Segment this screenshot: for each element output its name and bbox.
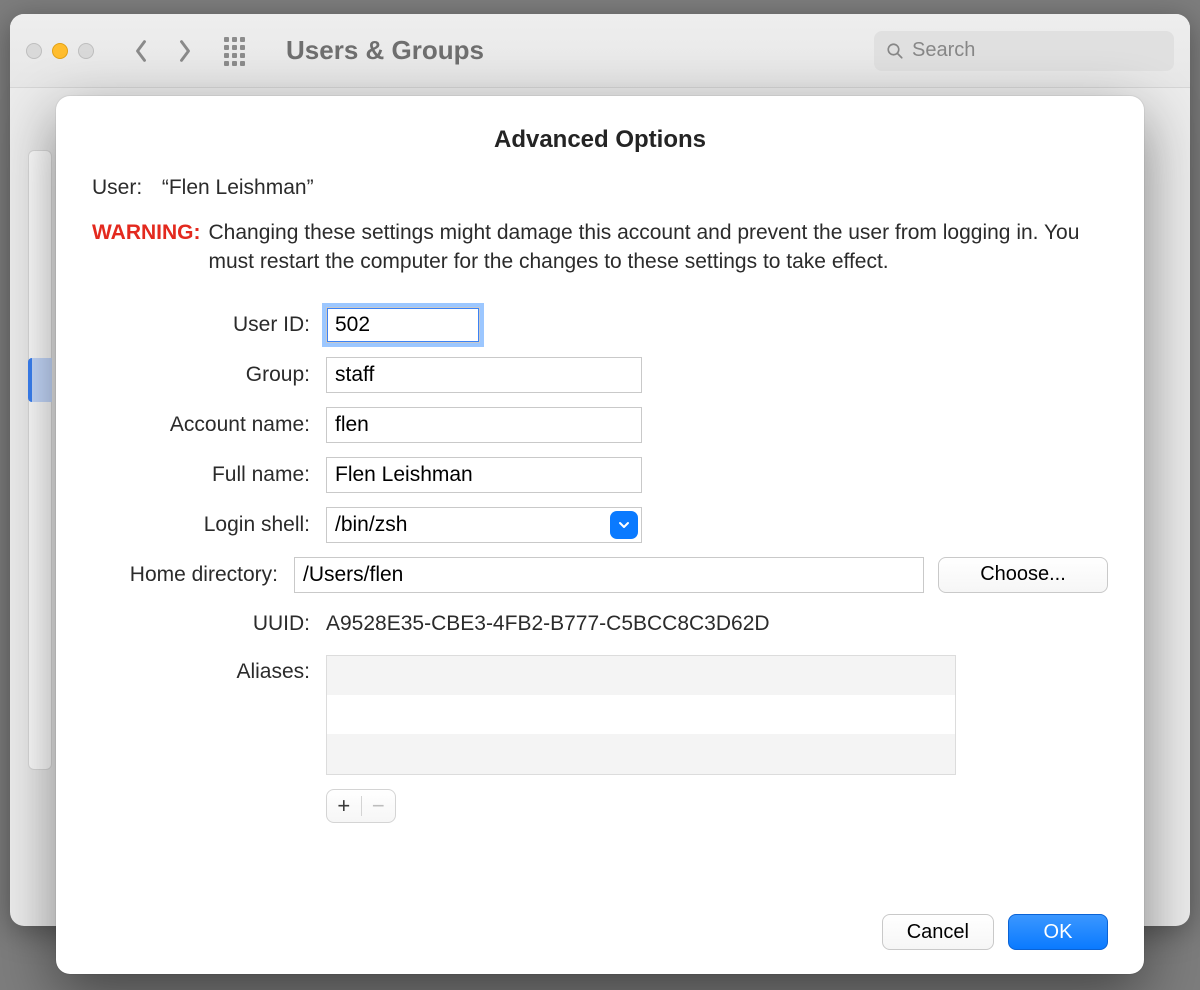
group-label: Group: <box>96 358 326 392</box>
forward-button[interactable] <box>170 31 200 71</box>
sidebar-selection <box>28 358 52 402</box>
add-alias-button[interactable]: + <box>327 790 361 822</box>
aliases-label: Aliases: <box>96 655 326 689</box>
login-shell-label: Login shell: <box>96 508 326 542</box>
user-line: User: “Flen Leishman” <box>92 176 1108 200</box>
full-name-label: Full name: <box>96 458 326 492</box>
list-item[interactable] <box>327 734 955 773</box>
user-id-label: User ID: <box>96 308 326 342</box>
login-shell-input[interactable] <box>326 507 642 543</box>
search-field[interactable]: Search <box>874 31 1174 71</box>
window-controls <box>26 43 94 59</box>
user-label: User: <box>92 176 156 200</box>
account-name-label: Account name: <box>96 408 326 442</box>
cancel-button[interactable]: Cancel <box>882 914 994 950</box>
advanced-options-sheet: Advanced Options User: “Flen Leishman” W… <box>56 96 1144 974</box>
minus-icon: − <box>372 793 385 819</box>
search-icon <box>886 42 904 60</box>
back-button[interactable] <box>126 31 156 71</box>
warning-label: WARNING: <box>92 218 201 277</box>
zoom-icon[interactable] <box>78 43 94 59</box>
minimize-icon[interactable] <box>52 43 68 59</box>
sheet-footer: Cancel OK <box>92 894 1108 950</box>
form: User ID: Group: Account name: Full name: <box>96 307 1108 823</box>
choose-button[interactable]: Choose... <box>938 557 1108 593</box>
chevron-right-icon <box>178 39 192 63</box>
window-title: Users & Groups <box>286 35 484 66</box>
user-name: “Flen Leishman” <box>162 176 314 199</box>
search-placeholder: Search <box>912 39 975 62</box>
login-shell-dropdown[interactable] <box>610 511 638 539</box>
home-dir-label: Home directory: <box>96 558 294 592</box>
alias-add-remove: + − <box>326 789 396 823</box>
group-input[interactable] <box>326 357 642 393</box>
uuid-value: A9528E35-CBE3-4FB2-B777-C5BCC8C3D62D <box>326 607 770 641</box>
chevron-left-icon <box>134 39 148 63</box>
home-dir-input[interactable] <box>294 557 924 593</box>
remove-alias-button[interactable]: − <box>362 790 396 822</box>
list-item[interactable] <box>327 656 955 695</box>
uuid-label: UUID: <box>96 607 326 641</box>
user-id-input[interactable] <box>326 307 480 343</box>
grid-icon[interactable] <box>224 37 252 65</box>
ok-button[interactable]: OK <box>1008 914 1108 950</box>
chevron-down-icon <box>618 519 630 531</box>
account-name-input[interactable] <box>326 407 642 443</box>
list-item[interactable] <box>327 695 955 734</box>
aliases-list[interactable] <box>326 655 956 775</box>
close-icon[interactable] <box>26 43 42 59</box>
sidebar <box>28 150 52 770</box>
full-name-input[interactable] <box>326 457 642 493</box>
sheet-title: Advanced Options <box>92 126 1108 154</box>
plus-icon: + <box>337 793 350 819</box>
warning-text: Changing these settings might damage thi… <box>209 218 1109 277</box>
titlebar: Users & Groups Search <box>10 14 1190 88</box>
warning-block: WARNING: Changing these settings might d… <box>92 218 1108 277</box>
login-shell-combobox[interactable] <box>326 507 642 543</box>
